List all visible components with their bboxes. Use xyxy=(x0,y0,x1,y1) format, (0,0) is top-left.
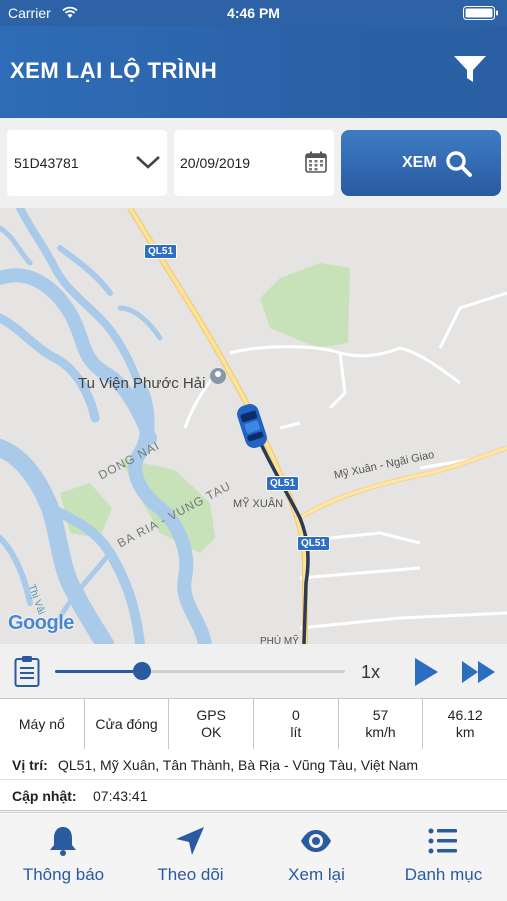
vehicle-plate-value: 51D43781 xyxy=(14,155,79,171)
app-header: XEM LẠI LỘ TRÌNH xyxy=(0,26,507,118)
location-row: Vị trí: QL51, Mỹ Xuân, Tân Thành, Bà Rịa… xyxy=(0,749,507,780)
search-icon xyxy=(446,151,472,177)
playback-knob[interactable] xyxy=(133,662,151,680)
highway-shield: QL51 xyxy=(297,536,331,551)
date-field[interactable]: 20/09/2019 xyxy=(174,130,334,196)
google-logo: Google xyxy=(8,612,74,634)
map-canvas xyxy=(0,208,507,644)
tab-label: Xem lại xyxy=(288,865,345,884)
fast-forward-icon[interactable] xyxy=(461,659,497,685)
status-time: 4:46 PM xyxy=(227,5,280,21)
tab-label: Thông báo xyxy=(22,865,105,884)
tab-playback[interactable]: Xem lại xyxy=(253,813,380,901)
bell-icon xyxy=(50,827,76,856)
tab-bar: Thông báo Theo dõi Xem lại Danh mục xyxy=(0,812,507,901)
eye-icon xyxy=(301,830,331,852)
navigation-arrow-icon xyxy=(176,827,204,855)
place-label: PHÚ MỸ xyxy=(260,636,299,644)
stat-engine: Máy nổ xyxy=(0,699,85,749)
updated-row: Cập nhật: 07:43:41 xyxy=(0,780,507,811)
tab-tracking[interactable]: Theo dõi xyxy=(127,813,254,901)
vehicle-stats: Máy nổ Cửa đóng GPS OK 0 lít 57 km/h 46.12 k… xyxy=(0,698,507,750)
play-icon[interactable] xyxy=(413,657,439,687)
playback-slider[interactable] xyxy=(55,662,345,680)
clipboard-icon[interactable] xyxy=(14,655,40,687)
view-button[interactable]: XEM xyxy=(341,130,501,196)
tab-label: Theo dõi xyxy=(157,865,224,884)
playback-progress xyxy=(55,670,142,673)
playback-bar: 1x xyxy=(0,644,507,698)
stat-door: Cửa đóng xyxy=(85,699,170,749)
location-value: QL51, Mỹ Xuân, Tân Thành, Bà Rịa - Vũng … xyxy=(58,757,419,773)
speed-label[interactable]: 1x xyxy=(361,662,380,683)
date-value: 20/09/2019 xyxy=(180,155,251,171)
tab-notifications[interactable]: Thông báo xyxy=(0,813,127,901)
updated-label: Cập nhật: xyxy=(12,788,77,804)
chevron-down-icon xyxy=(136,156,160,169)
filter-icon[interactable] xyxy=(453,54,487,86)
place-label: MỸ XUÂN xyxy=(233,498,284,510)
location-label: Vị trí: xyxy=(12,757,48,773)
updated-value: 07:43:41 xyxy=(93,788,148,804)
highway-shield: QL51 xyxy=(266,476,300,491)
stat-fuel: 0 lít xyxy=(254,699,339,749)
stat-distance: 46.12 km xyxy=(447,707,483,740)
page-title: XEM LẠI LỘ TRÌNH xyxy=(10,58,218,83)
vehicle-select[interactable]: 51D43781 xyxy=(7,130,167,196)
list-icon xyxy=(428,828,457,854)
stat-speed: 57 km/h xyxy=(339,699,424,749)
view-button-label: XEM xyxy=(402,154,437,171)
search-controls: 51D43781 20/09/2019 XEM xyxy=(0,118,507,208)
place-pin-icon xyxy=(210,368,226,384)
tab-catalog[interactable]: Danh mục xyxy=(380,813,507,901)
route-map[interactable]: QL51 QL51 QL51 Tu Viện Phước Hải DONG NA… xyxy=(0,208,507,644)
calendar-icon xyxy=(305,151,327,173)
status-bar: Carrier 4:46 PM xyxy=(0,0,507,26)
poi-label: Tu Viện Phước Hải xyxy=(78,375,206,392)
tab-label: Danh mục xyxy=(404,865,483,884)
highway-shield: QL51 xyxy=(144,244,178,259)
battery-icon xyxy=(463,6,498,20)
stat-gps: GPS OK xyxy=(169,699,255,749)
